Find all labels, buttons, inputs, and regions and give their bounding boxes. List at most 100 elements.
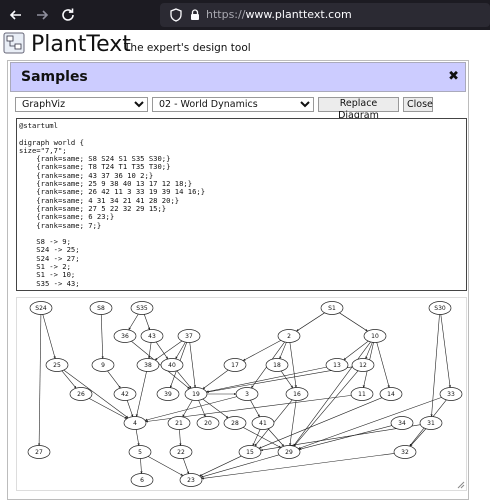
- samples-dialog: Samples ✖ GraphViz 02 - World Dynamics R…: [7, 60, 469, 500]
- replace-diagram-button[interactable]: Replace Diagram: [318, 97, 399, 121]
- graph-node: S35: [130, 301, 154, 315]
- sample-controls: GraphViz 02 - World Dynamics Replace Dia…: [15, 97, 465, 121]
- dialog-titlebar[interactable]: Samples ✖: [10, 62, 466, 92]
- graph-node: 25: [45, 358, 69, 372]
- source-textarea[interactable]: @startuml digraph world { size="7,7"; {r…: [16, 118, 467, 291]
- graph-node: 10: [363, 329, 387, 343]
- graph-node: 16: [285, 387, 309, 401]
- graph-node: 5: [128, 445, 152, 459]
- reload-icon[interactable]: [58, 5, 78, 25]
- shield-icon[interactable]: [168, 7, 184, 23]
- address-bar[interactable]: https://www.planttext.com: [160, 3, 490, 27]
- arrow-left-icon[interactable]: [6, 5, 26, 25]
- graph-edge: [199, 455, 242, 477]
- brand-name[interactable]: PlantText: [31, 32, 131, 57]
- sample-select[interactable]: 02 - World Dynamics: [152, 97, 314, 112]
- graph-edge: [154, 340, 183, 361]
- graph-node-label: 10: [371, 333, 379, 340]
- graph-node: 42: [113, 387, 137, 401]
- graph-edge: [289, 342, 297, 388]
- graph-node-label: S8: [97, 305, 105, 312]
- close-icon[interactable]: ✖: [448, 69, 459, 84]
- resize-grip-icon[interactable]: [455, 479, 465, 489]
- graph-node: 12: [351, 358, 375, 372]
- browser-toolbar: https://www.planttext.com: [0, 0, 490, 30]
- graph-node-label: 20: [204, 420, 212, 427]
- graph-node: 40: [160, 358, 184, 372]
- graph-node: 11: [350, 387, 374, 401]
- graph-node: S8: [89, 301, 113, 315]
- graph-node: 3: [235, 387, 259, 401]
- graph-node-label: 29: [285, 449, 293, 456]
- graph-node: 2: [277, 329, 301, 343]
- graph-edge: [339, 312, 368, 332]
- url-scheme: https://: [206, 8, 246, 21]
- graph-node-label: 12: [359, 362, 367, 369]
- graph-node-label: 4: [133, 420, 137, 427]
- graph-edge: [202, 369, 229, 390]
- graph-edge: [201, 453, 395, 480]
- graph-node: 6: [130, 473, 154, 487]
- graph-edge: [88, 398, 128, 419]
- arrow-right-icon[interactable]: [32, 5, 52, 25]
- graph-node-label: 3: [245, 391, 249, 398]
- planttext-logo-icon[interactable]: [3, 32, 25, 54]
- graph-node: 18: [265, 358, 289, 372]
- graph-edge: [289, 400, 297, 446]
- graph-node-label: 19: [192, 391, 200, 398]
- graph-node: 9: [91, 358, 115, 372]
- graph-node-label: S35: [136, 305, 148, 312]
- graph-node: 27: [27, 445, 51, 459]
- graph-edge: [252, 429, 261, 446]
- graph-edge: [176, 370, 192, 389]
- graph-node-label: 11: [358, 391, 366, 398]
- graph-node-label: 15: [246, 449, 254, 456]
- graph-node: 15: [238, 445, 262, 459]
- graph-node-label: S24: [35, 305, 47, 312]
- graph-edge: [147, 456, 184, 476]
- graph-node: 41: [251, 416, 275, 430]
- graph-node: 33: [439, 387, 463, 401]
- graph-node-label: 18: [273, 362, 281, 369]
- graph-node-label: 39: [164, 391, 172, 398]
- graph-edge: [135, 371, 147, 417]
- graph-node: 38: [136, 358, 160, 372]
- graph-node: 36: [113, 329, 137, 343]
- graph-edge: [293, 370, 359, 447]
- graph-edge: [155, 341, 169, 360]
- graph-node-label: 21: [175, 420, 183, 427]
- graph-node-label: 31: [427, 420, 435, 427]
- graph-node: 37: [177, 329, 201, 343]
- graph-edge: [376, 342, 390, 388]
- graph-node-label: 13: [333, 362, 341, 369]
- graph-edge: [182, 458, 190, 474]
- graph-edge: [61, 370, 77, 389]
- graph-node-label: 9: [101, 362, 105, 369]
- graph-edge: [126, 400, 134, 417]
- lock-icon[interactable]: [187, 7, 203, 23]
- graph-node-label: 2: [287, 333, 291, 340]
- graph-canvas: S24 S8 S35 S1 S3036 43 37 2 1025 9 38 40 17 18 13 1226 4…: [27, 301, 463, 487]
- graph-node-label: 25: [53, 362, 61, 369]
- source-line: {rank=same; 7;}: [36, 220, 102, 230]
- graph-edge: [128, 313, 139, 331]
- graph-node-label: 36: [121, 333, 129, 340]
- diagram-preview: S24 S8 S35 S1 S30 36 43 37 2 10 25 9 38 40 17 18 13 12 26 4…: [16, 297, 467, 491]
- graph-node-label: 14: [387, 391, 395, 398]
- graph-node-label: 42: [121, 391, 129, 398]
- graph-edge: [37, 314, 42, 446]
- graph-node: 4: [123, 416, 147, 430]
- graph-node-label: 41: [259, 420, 267, 427]
- graph-node-label: 40: [168, 362, 176, 369]
- graph-edge: [42, 314, 56, 359]
- close-button[interactable]: Close: [403, 97, 433, 112]
- graph-edge: [440, 314, 452, 388]
- graph-edge: [280, 370, 294, 389]
- graph-node-label: 37: [185, 333, 193, 340]
- graph-node-label: 5: [138, 449, 142, 456]
- graph-edge: [365, 342, 373, 359]
- diagram-type-select[interactable]: GraphViz: [15, 97, 148, 112]
- source-line: S35 -> 43;: [36, 278, 80, 288]
- dialog-title: Samples: [21, 69, 88, 85]
- graph-node: 43: [140, 329, 164, 343]
